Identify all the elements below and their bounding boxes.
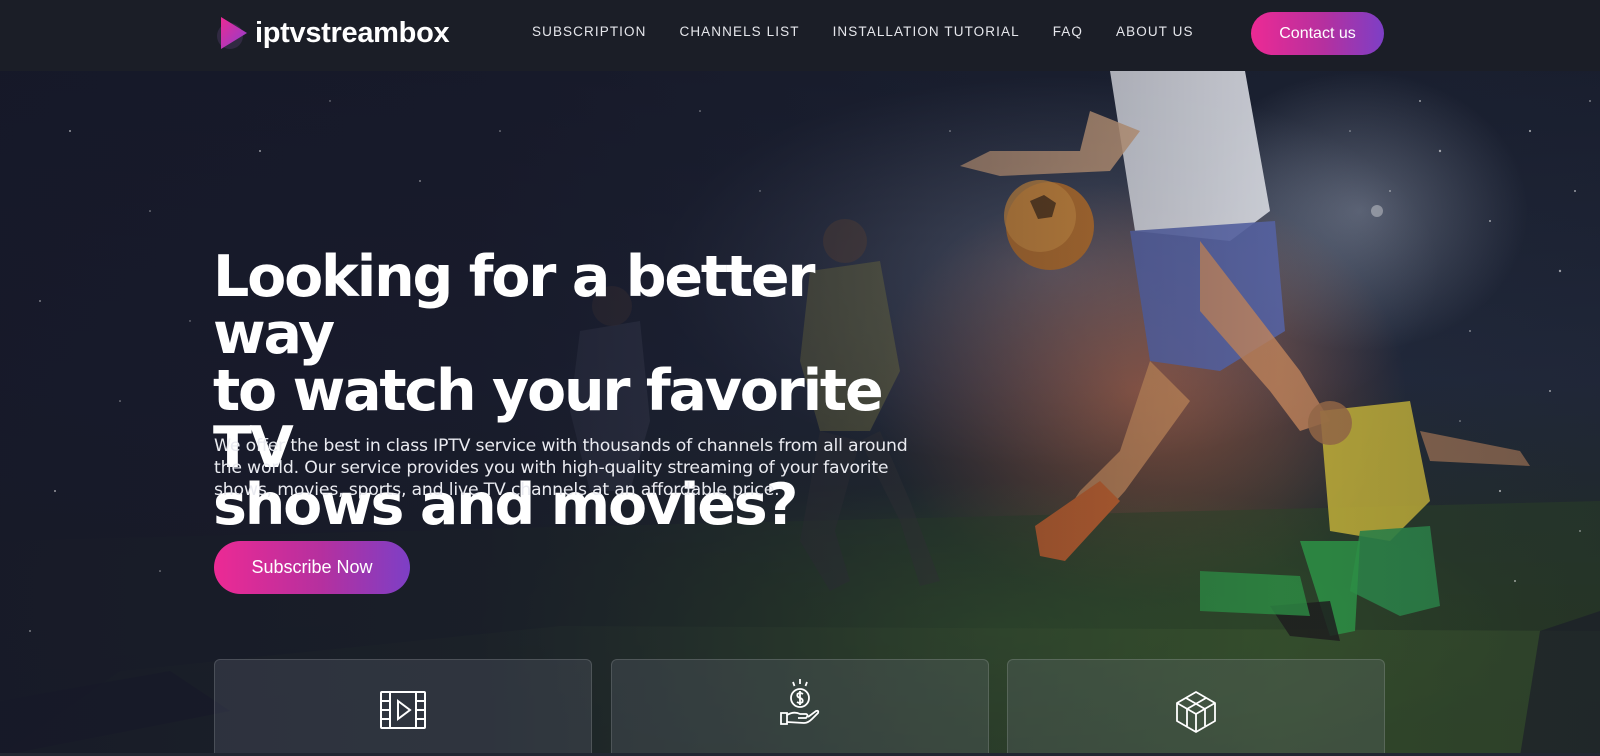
contact-us-button[interactable]: Contact us <box>1251 12 1384 55</box>
feature-card-streaming <box>214 659 592 756</box>
film-icon <box>380 691 426 729</box>
main-nav: SUBSCRIPTION CHANNELS LIST INSTALLATION … <box>532 24 1227 39</box>
nav-channels-list[interactable]: CHANNELS LIST <box>679 24 799 39</box>
feature-card-pricing <box>611 659 989 756</box>
hero-description: We offer the best in class IPTV service … <box>214 436 908 500</box>
site-header: iptvstreambox SUBSCRIPTION CHANNELS LIST… <box>0 0 1600 71</box>
nav-installation-tutorial[interactable]: INSTALLATION TUTORIAL <box>833 24 1020 39</box>
brand-name: iptvstreambox <box>255 16 450 49</box>
play-logo-icon <box>217 17 247 49</box>
feature-card-devices <box>1007 659 1385 756</box>
nav-faq[interactable]: FAQ <box>1053 24 1083 39</box>
hero-title-line-1: Looking for a better way <box>213 244 815 367</box>
hero-section: Looking for a better way to watch your f… <box>0 71 1600 756</box>
cube-icon <box>1176 691 1216 733</box>
nav-about-us[interactable]: ABOUT US <box>1116 24 1194 39</box>
money-hand-icon <box>780 679 820 725</box>
nav-subscription[interactable]: SUBSCRIPTION <box>532 24 646 39</box>
brand-logo[interactable]: iptvstreambox <box>213 13 450 53</box>
subscribe-now-button[interactable]: Subscribe Now <box>214 541 410 594</box>
